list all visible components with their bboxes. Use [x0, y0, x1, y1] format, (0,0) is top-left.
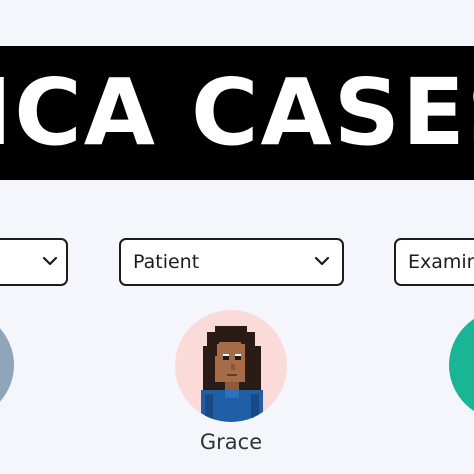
patient-dropdown-label: Patient — [133, 251, 200, 273]
chevron-down-icon — [42, 256, 58, 266]
patient-avatar-left[interactable] — [0, 310, 14, 420]
patient-name-grace: Grace — [199, 430, 263, 454]
title-banner: ICA CASES — [0, 46, 474, 180]
pixel-woman-avatar-icon — [201, 326, 263, 422]
page-title: ICA CASES — [0, 59, 474, 166]
case-selection-screen: ICA CASES Patient Examin — [0, 0, 474, 474]
examiner-dropdown[interactable]: Examin — [394, 238, 474, 286]
chevron-down-icon — [314, 256, 330, 266]
examiner-dropdown-label: Examin — [408, 251, 474, 273]
patient-dropdown[interactable]: Patient — [119, 238, 344, 286]
patient-avatar-grace[interactable] — [175, 310, 287, 422]
patient-avatar-right[interactable] — [449, 310, 474, 420]
filter-dropdown-left[interactable] — [0, 238, 68, 286]
